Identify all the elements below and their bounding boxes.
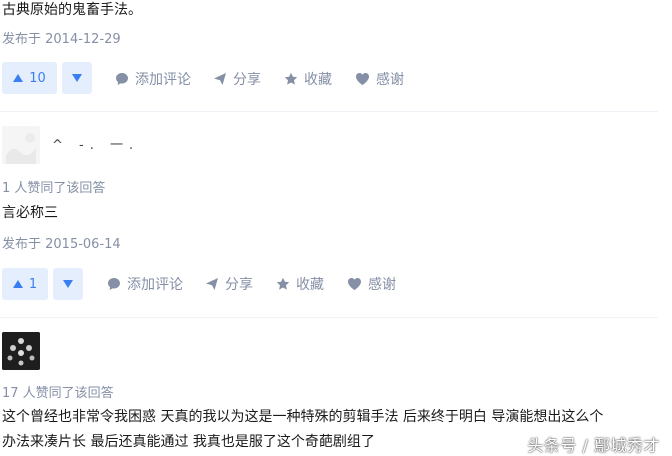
avatar[interactable] — [2, 332, 40, 370]
favorite-label: 收藏 — [296, 277, 324, 293]
downvote-icon — [72, 74, 82, 82]
likes-count-text[interactable]: 1 人赞同了该回答 — [2, 177, 105, 196]
downvote-button[interactable] — [62, 62, 92, 94]
share-icon — [214, 73, 226, 85]
upvote-button[interactable]: 1 — [2, 268, 48, 300]
upvote-button[interactable]: 10 — [2, 62, 57, 94]
comment-button[interactable]: 添加评论 — [107, 274, 183, 294]
answer-3-content-line-1: 这个曾经也非常令我困惑 天真的我以为这是一种特殊的剪辑手法 后来终于明白 导演能… — [2, 409, 604, 425]
downvote-icon — [63, 280, 73, 288]
author-name[interactable]: ^ -. 一. — [52, 134, 139, 153]
heart-icon — [356, 73, 369, 85]
comment-icon — [108, 278, 120, 290]
avatar-image — [2, 126, 40, 164]
share-icon — [206, 278, 218, 290]
thanks-button[interactable]: 感谢 — [347, 274, 396, 294]
likes-count-text[interactable]: 17 人赞同了该回答 — [2, 382, 114, 401]
upvote-icon — [13, 74, 24, 82]
favorite-button[interactable]: 收藏 — [276, 274, 324, 294]
share-button[interactable]: 分享 — [205, 274, 253, 294]
answer-1-publish-date[interactable]: 发布于 2014-12-29 — [2, 28, 121, 47]
favorite-label: 收藏 — [304, 72, 332, 88]
avatar-image — [2, 332, 40, 370]
answer-divider — [0, 111, 658, 112]
answer-1-content: 古典原始的鬼畜手法。 — [2, 2, 142, 18]
heart-icon — [348, 278, 361, 290]
comment-label: 添加评论 — [135, 72, 191, 88]
upvote-count: 10 — [29, 70, 46, 86]
answer-2-content: 言必称三 — [2, 205, 58, 221]
answer-3-content-line-2: 办法来凑片长 最后还真能通过 我真也是服了这个奇葩剧组了 — [2, 434, 375, 450]
answer-2-publish-date[interactable]: 发布于 2015-06-14 — [2, 233, 121, 252]
downvote-button[interactable] — [53, 268, 83, 300]
upvote-count: 1 — [28, 276, 38, 292]
thanks-button[interactable]: 感谢 — [355, 69, 404, 89]
answer-divider — [0, 317, 658, 318]
thanks-label: 感谢 — [376, 72, 404, 88]
comment-button[interactable]: 添加评论 — [115, 69, 191, 89]
upvote-icon — [12, 280, 23, 288]
watermark: 头条号 / 鄢城秀才 — [527, 436, 660, 455]
share-button[interactable]: 分享 — [213, 69, 261, 89]
avatar[interactable] — [2, 126, 40, 164]
share-label: 分享 — [225, 277, 253, 293]
comment-icon — [116, 73, 128, 85]
share-label: 分享 — [233, 72, 261, 88]
thanks-label: 感谢 — [368, 277, 396, 293]
star-icon — [284, 72, 298, 85]
comment-label: 添加评论 — [127, 277, 183, 293]
favorite-button[interactable]: 收藏 — [284, 69, 332, 89]
star-icon — [276, 277, 290, 290]
